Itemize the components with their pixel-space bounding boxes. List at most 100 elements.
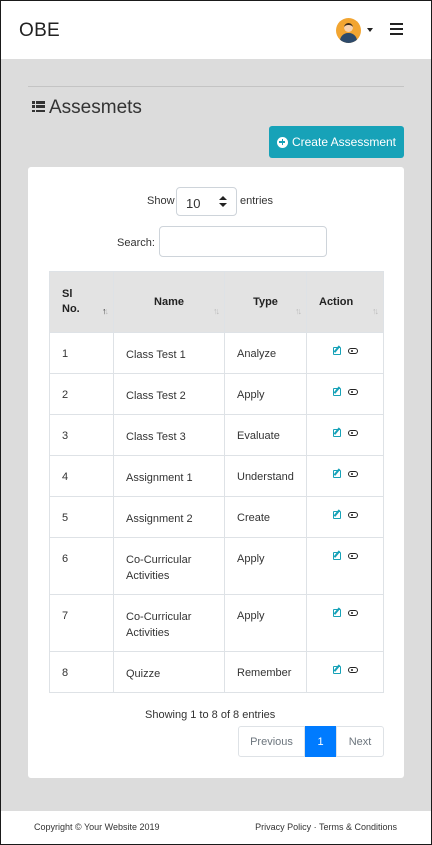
assessments-card: Show 10 entries Search: Sl No. ↑↓ Name ↑… bbox=[28, 167, 404, 778]
sort-icon: ↑↓ bbox=[295, 306, 302, 316]
cell-name: Assignment 1 bbox=[113, 455, 225, 497]
table-header-row: Sl No. ↑↓ Name ↑↓ Type ↑↓ Action ↑↓ bbox=[49, 271, 384, 333]
cell-name: Assignment 2 bbox=[113, 496, 225, 538]
column-header-label: Type bbox=[253, 296, 278, 308]
cell-sl-no: 7 bbox=[49, 594, 114, 652]
view-eye-icon[interactable] bbox=[347, 610, 358, 616]
cell-action bbox=[306, 455, 384, 497]
footer: Copyright © Your Website 2019 Privacy Po… bbox=[1, 811, 431, 844]
table-info: Showing 1 to 8 of 8 entries bbox=[145, 709, 276, 721]
edit-icon[interactable] bbox=[332, 388, 341, 396]
view-eye-icon[interactable] bbox=[347, 348, 358, 354]
view-eye-icon[interactable] bbox=[347, 553, 358, 559]
edit-icon[interactable] bbox=[332, 511, 341, 519]
table-row: 8 Quizze Remember bbox=[49, 651, 384, 693]
edit-icon[interactable] bbox=[332, 666, 341, 674]
edit-icon[interactable] bbox=[332, 552, 341, 560]
sort-icon: ↑↓ bbox=[213, 306, 220, 316]
edit-icon[interactable] bbox=[332, 609, 341, 617]
cell-type: Analyze bbox=[224, 332, 307, 374]
app-frame: OBE Assesmets Create Assessment Show 10 … bbox=[1, 1, 431, 844]
cell-name: Class Test 1 bbox=[113, 332, 225, 374]
cell-action bbox=[306, 414, 384, 456]
list-icon bbox=[32, 101, 45, 112]
column-header-label: Sl No. bbox=[62, 288, 80, 315]
column-header-action[interactable]: Action ↑↓ bbox=[306, 271, 384, 333]
top-navbar: OBE bbox=[1, 1, 431, 59]
cell-name: Class Test 2 bbox=[113, 373, 225, 415]
entries-select-value: 10 bbox=[186, 196, 201, 211]
plus-circle-icon bbox=[276, 136, 288, 148]
cell-sl-no: 1 bbox=[49, 332, 114, 374]
view-eye-icon[interactable] bbox=[347, 430, 358, 436]
assessments-table: Sl No. ↑↓ Name ↑↓ Type ↑↓ Action ↑↓ 1 Cl… bbox=[49, 271, 384, 693]
table-row: 5 Assignment 2 Create bbox=[49, 496, 384, 538]
table-row: 6 Co-Curricular Activities Apply bbox=[49, 537, 384, 595]
table-row: 7 Co-Curricular Activities Apply bbox=[49, 594, 384, 652]
table-row: 3 Class Test 3 Evaluate bbox=[49, 414, 384, 456]
column-header-type[interactable]: Type ↑↓ bbox=[224, 271, 307, 333]
cell-type: Evaluate bbox=[224, 414, 307, 456]
cell-sl-no: 5 bbox=[49, 496, 114, 538]
next-page-button[interactable]: Next bbox=[336, 726, 384, 757]
footer-links[interactable]: Privacy Policy · Terms & Conditions bbox=[255, 822, 397, 832]
cell-sl-no: 4 bbox=[49, 455, 114, 497]
edit-icon[interactable] bbox=[332, 470, 341, 478]
cell-action bbox=[306, 651, 384, 693]
page-title-text: Assesmets bbox=[49, 97, 142, 118]
show-label: Show bbox=[147, 195, 175, 207]
column-header-label: Name bbox=[154, 296, 184, 308]
table-row: 1 Class Test 1 Analyze bbox=[49, 332, 384, 374]
cell-action bbox=[306, 332, 384, 374]
cell-action bbox=[306, 496, 384, 538]
cell-sl-no: 8 bbox=[49, 651, 114, 693]
cell-action bbox=[306, 537, 384, 595]
view-eye-icon[interactable] bbox=[347, 471, 358, 477]
view-eye-icon[interactable] bbox=[347, 389, 358, 395]
user-menu-caret-icon[interactable] bbox=[367, 28, 373, 32]
cell-action bbox=[306, 373, 384, 415]
brand-logo[interactable]: OBE bbox=[19, 20, 60, 42]
cell-type: Apply bbox=[224, 537, 307, 595]
column-header-sl-no[interactable]: Sl No. ↑↓ bbox=[49, 271, 114, 333]
cell-name: Quizze bbox=[113, 651, 225, 693]
sort-icon: ↑↓ bbox=[102, 306, 109, 316]
select-arrows-icon bbox=[219, 196, 227, 208]
search-input[interactable] bbox=[159, 226, 327, 257]
cell-sl-no: 3 bbox=[49, 414, 114, 456]
search-label: Search: bbox=[117, 237, 155, 249]
table-body: 1 Class Test 1 Analyze 2 Class Test 2 Apply 3 C… bbox=[49, 332, 384, 693]
pagination: Previous 1 Next bbox=[238, 726, 384, 757]
create-assessment-label: Create Assessment bbox=[291, 135, 397, 149]
cell-action bbox=[306, 594, 384, 652]
edit-icon[interactable] bbox=[332, 347, 341, 355]
create-assessment-button[interactable]: Create Assessment bbox=[269, 126, 404, 158]
view-eye-icon[interactable] bbox=[347, 667, 358, 673]
table-row: 2 Class Test 2 Apply bbox=[49, 373, 384, 415]
cell-name: Co-Curricular Activities bbox=[113, 537, 225, 595]
cell-type: Apply bbox=[224, 594, 307, 652]
page-1-button[interactable]: 1 bbox=[305, 726, 336, 757]
cell-sl-no: 6 bbox=[49, 537, 114, 595]
view-eye-icon[interactable] bbox=[347, 512, 358, 518]
sort-icon: ↑↓ bbox=[372, 306, 379, 316]
entries-label: entries bbox=[240, 195, 274, 207]
entries-per-page-select[interactable]: 10 bbox=[176, 187, 237, 216]
table-row: 4 Assignment 1 Understand bbox=[49, 455, 384, 497]
column-header-label: Action bbox=[319, 296, 354, 308]
user-avatar-icon[interactable] bbox=[336, 18, 361, 43]
cell-name: Class Test 3 bbox=[113, 414, 225, 456]
hamburger-menu-icon[interactable] bbox=[390, 23, 403, 36]
cell-type: Remember bbox=[224, 651, 307, 693]
divider bbox=[28, 86, 404, 87]
cell-name: Co-Curricular Activities bbox=[113, 594, 225, 652]
edit-icon[interactable] bbox=[332, 429, 341, 437]
copyright-text: Copyright © Your Website 2019 bbox=[34, 822, 160, 832]
column-header-name[interactable]: Name ↑↓ bbox=[113, 271, 225, 333]
cell-type: Understand bbox=[224, 455, 307, 497]
cell-sl-no: 2 bbox=[49, 373, 114, 415]
cell-type: Apply bbox=[224, 373, 307, 415]
previous-page-button[interactable]: Previous bbox=[238, 726, 305, 757]
page-title: Assesmets bbox=[32, 97, 142, 119]
cell-type: Create bbox=[224, 496, 307, 538]
